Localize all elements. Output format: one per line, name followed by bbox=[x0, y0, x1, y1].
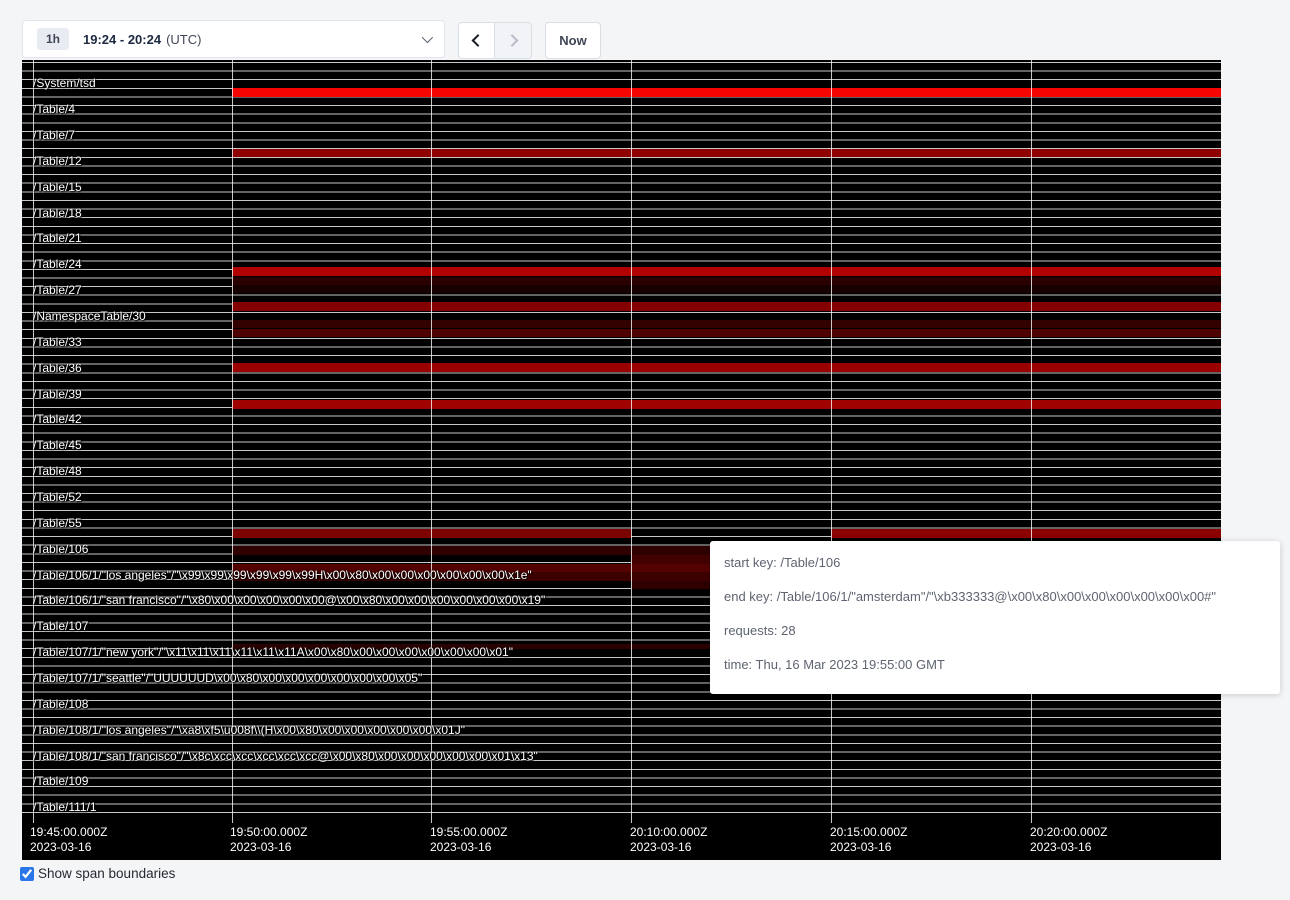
axis-tick-time: 20:20:00.000Z bbox=[1030, 825, 1107, 840]
row-label: /Table/12 bbox=[33, 154, 82, 168]
chevron-down-icon bbox=[422, 32, 433, 43]
heat-band[interactable] bbox=[232, 329, 1221, 338]
row-label: /Table/45 bbox=[33, 438, 82, 452]
axis-tick-date: 2023-03-16 bbox=[630, 840, 707, 855]
time-gridline bbox=[232, 60, 233, 823]
axis-tick-date: 2023-03-16 bbox=[430, 840, 507, 855]
axis-tick: 19:45:00.000Z2023-03-16 bbox=[30, 825, 107, 855]
axis-tick-date: 2023-03-16 bbox=[830, 840, 907, 855]
chevron-right-icon bbox=[505, 34, 518, 47]
axis-tick-date: 2023-03-16 bbox=[1030, 840, 1107, 855]
heat-band[interactable] bbox=[232, 285, 1221, 293]
heat-band[interactable] bbox=[232, 267, 1221, 276]
tooltip-line: start key: /Table/106 bbox=[724, 554, 1266, 571]
row-label: /Table/108/1/"san francisco"/"\x8c\xcc\x… bbox=[33, 749, 538, 763]
tooltip-line: requests: 28 bbox=[724, 622, 1266, 639]
axis-tick: 20:10:00.000Z2023-03-16 bbox=[630, 825, 707, 855]
tooltip-line: time: Thu, 16 Mar 2023 19:55:00 GMT bbox=[724, 656, 1266, 673]
row-label: /Table/109 bbox=[33, 774, 88, 788]
row-label: /Table/39 bbox=[33, 387, 82, 401]
row-label: /Table/55 bbox=[33, 516, 82, 530]
span-boundary-hlines bbox=[22, 62, 1221, 819]
row-label: /Table/15 bbox=[33, 180, 82, 194]
row-label: /Table/36 bbox=[33, 361, 82, 375]
now-button[interactable]: Now bbox=[545, 22, 601, 59]
heat-band[interactable] bbox=[232, 277, 1221, 285]
heat-band[interactable] bbox=[232, 149, 1221, 158]
row-label: /Table/52 bbox=[33, 490, 82, 504]
show-span-boundaries-label: Show span boundaries bbox=[38, 866, 175, 881]
row-label: /NamespaceTable/30 bbox=[33, 309, 146, 323]
key-visualizer-canvas[interactable]: /System/tsd/Table/4/Table/7/Table/12/Tab… bbox=[22, 60, 1221, 860]
row-label: /Table/21 bbox=[33, 231, 82, 245]
row-label: /Table/107/1/"seattle"/"UUUUUUD\x00\x80\… bbox=[33, 671, 422, 685]
row-label: /Table/107 bbox=[33, 619, 88, 633]
axis-tick-time: 19:50:00.000Z bbox=[230, 825, 307, 840]
axis-tick: 19:55:00.000Z2023-03-16 bbox=[430, 825, 507, 855]
row-label: /Table/106 bbox=[33, 542, 88, 556]
next-interval-button[interactable] bbox=[495, 22, 532, 59]
row-label: /Table/18 bbox=[33, 206, 82, 220]
show-span-boundaries-control[interactable]: Show span boundaries bbox=[20, 866, 175, 881]
duration-badge: 1h bbox=[37, 28, 69, 50]
heat-band[interactable] bbox=[232, 302, 1221, 311]
axis-tick: 20:15:00.000Z2023-03-16 bbox=[830, 825, 907, 855]
timezone-text: (UTC) bbox=[166, 32, 201, 47]
axis-tick-time: 19:55:00.000Z bbox=[430, 825, 507, 840]
show-span-boundaries-checkbox[interactable] bbox=[20, 867, 34, 881]
heat-band[interactable] bbox=[232, 88, 1221, 97]
time-range-text: 19:24 - 20:24 bbox=[83, 32, 161, 47]
row-label: /Table/42 bbox=[33, 412, 82, 426]
row-label: /System/tsd bbox=[33, 76, 96, 90]
time-gridline bbox=[1031, 60, 1032, 823]
heat-band[interactable] bbox=[831, 529, 1221, 538]
time-gridline bbox=[831, 60, 832, 823]
axis-tick-time: 19:45:00.000Z bbox=[30, 825, 107, 840]
row-label: /Table/27 bbox=[33, 283, 82, 297]
heat-band[interactable] bbox=[232, 320, 1221, 329]
hover-tooltip: start key: /Table/106 end key: /Table/106… bbox=[710, 541, 1280, 694]
time-gridline bbox=[431, 60, 432, 823]
time-gridline bbox=[631, 60, 632, 823]
row-label: /Table/24 bbox=[33, 257, 82, 271]
heat-band[interactable] bbox=[232, 363, 1221, 372]
row-label: /Table/106/1/"san francisco"/"\x80\x00\x… bbox=[33, 593, 545, 607]
row-label: /Table/108 bbox=[33, 697, 88, 711]
axis-tick: 19:50:00.000Z2023-03-16 bbox=[230, 825, 307, 855]
row-label: /Table/108/1/"los angeles"/"\xa8\xf5\u00… bbox=[33, 723, 465, 737]
heat-band[interactable] bbox=[232, 400, 1221, 409]
row-label: /Table/4 bbox=[33, 102, 75, 116]
axis-tick-date: 2023-03-16 bbox=[230, 840, 307, 855]
row-label: /Table/106/1/"los angeles"/"\x99\x99\x99… bbox=[33, 568, 532, 582]
axis-tick-time: 20:15:00.000Z bbox=[830, 825, 907, 840]
axis-tick: 20:20:00.000Z2023-03-16 bbox=[1030, 825, 1107, 855]
axis-tick-time: 20:10:00.000Z bbox=[630, 825, 707, 840]
chevron-left-icon bbox=[472, 34, 485, 47]
axis-tick-date: 2023-03-16 bbox=[30, 840, 107, 855]
row-label: /Table/111/1 bbox=[33, 800, 97, 814]
tooltip-line: end key: /Table/106/1/"amsterdam"/"\xb33… bbox=[724, 588, 1266, 605]
row-label: /Table/7 bbox=[33, 128, 75, 142]
row-label: /Table/48 bbox=[33, 464, 82, 478]
time-range-select[interactable]: 1h 19:24 - 20:24 (UTC) bbox=[22, 20, 445, 58]
time-nav-group bbox=[458, 22, 532, 59]
row-label: /Table/107/1/"new york"/"\x11\x11\x11\x1… bbox=[33, 645, 513, 659]
previous-interval-button[interactable] bbox=[458, 22, 495, 59]
row-label: /Table/33 bbox=[33, 335, 82, 349]
